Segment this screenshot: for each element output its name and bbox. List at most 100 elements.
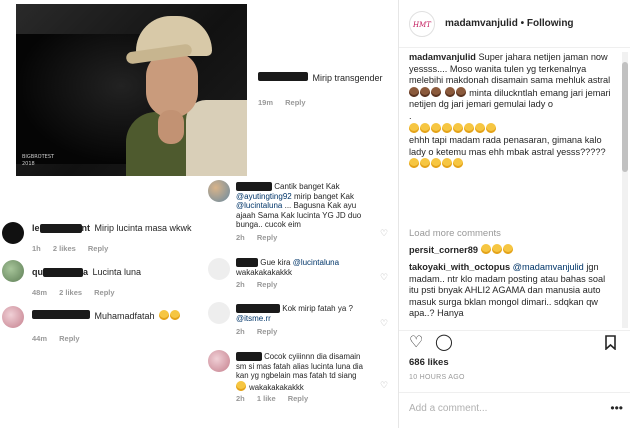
add-comment-bar: ••• xyxy=(399,392,630,428)
following-button[interactable]: Following xyxy=(527,18,574,29)
collage-comment-1: Mirip transgender 19m Reply xyxy=(258,68,398,107)
comment-username[interactable]: persit_corner89 xyxy=(409,245,478,255)
avatar[interactable] xyxy=(208,180,230,202)
post-panel: HMT madamvanjulid • Following madamvanju… xyxy=(398,0,630,428)
collage-comment-3: qu a Lucinta luna 48m 2 likes Reply xyxy=(32,262,212,297)
avatar[interactable] xyxy=(2,306,24,328)
reply-button[interactable]: Reply xyxy=(59,334,79,343)
avatar[interactable] xyxy=(2,222,24,244)
likes-count[interactable]: 1 like xyxy=(257,394,276,403)
reply-button[interactable]: Reply xyxy=(257,327,277,336)
comment-text: Muhamadfatah xyxy=(94,311,155,321)
avatar[interactable] xyxy=(208,258,230,280)
monkey-emoji-icon xyxy=(455,86,466,97)
like-heart-icon[interactable]: ♡ xyxy=(380,228,388,239)
collage-comment-8: Cocok cyiiinnn dia disamain sm si mas fa… xyxy=(236,352,366,403)
laughing-emoji-icon xyxy=(236,380,246,391)
like-heart-icon[interactable]: ♡ xyxy=(380,272,388,283)
mention-link[interactable]: @ayutingting92 xyxy=(236,192,292,201)
comment-meta: 19m Reply xyxy=(258,98,398,107)
comment-username[interactable]: qu a xyxy=(32,267,88,278)
comment-text: Lucinta luna xyxy=(92,267,142,277)
post-header: HMT madamvanjulid • Following xyxy=(399,0,630,48)
scrollbar[interactable] xyxy=(622,52,628,328)
comment-meta: 48m 2 likes Reply xyxy=(32,288,115,297)
fearful-emoji-icon xyxy=(169,310,180,320)
comment-meta: 2h Reply xyxy=(236,280,278,289)
comment-meta: 2h 1 like Reply xyxy=(236,394,309,403)
grinning-emoji-icon xyxy=(464,122,474,133)
monkey-emoji-icon xyxy=(420,86,430,97)
photo-face xyxy=(146,52,198,118)
reply-button[interactable]: Reply xyxy=(94,288,114,297)
grinning-emoji-icon xyxy=(442,122,452,133)
action-bar: ♡ ◯ xyxy=(399,330,630,354)
reply-button[interactable]: Reply xyxy=(288,394,308,403)
grinning-emoji-icon xyxy=(491,244,502,254)
screenshot-collage: BIGBROTEST 2018 Mirip transgender 19m Rep… xyxy=(0,0,398,428)
load-more-comments[interactable]: Load more comments xyxy=(409,228,501,239)
grinning-emoji-icon xyxy=(453,158,463,169)
heart-icon[interactable]: ♡ xyxy=(409,335,423,351)
comment-username[interactable]: le nt xyxy=(32,223,90,234)
bookmark-icon[interactable] xyxy=(605,335,616,354)
grinning-emoji-icon xyxy=(431,122,441,133)
likes-count[interactable]: 2 likes xyxy=(53,244,76,253)
avatar[interactable] xyxy=(2,260,24,282)
comments-scroll-area[interactable]: madamvanjulid Super jahara netijen jaman… xyxy=(399,48,630,330)
mention-link[interactable]: @lucintaluna xyxy=(293,258,339,267)
redacted-username xyxy=(236,352,262,362)
comment-meta: 1h 2 likes Reply xyxy=(32,244,109,253)
redacted-username xyxy=(258,72,308,82)
grinning-emoji-icon xyxy=(502,244,513,254)
scrollbar-thumb[interactable] xyxy=(622,62,628,172)
reply-button[interactable]: Reply xyxy=(88,244,108,253)
like-heart-icon[interactable]: ♡ xyxy=(380,318,388,329)
comment-bubble-icon[interactable]: ◯ xyxy=(435,335,453,351)
collage-comment-6: Gue kira @lucintaluna wakakakakakkk 2h R… xyxy=(236,258,366,289)
monkey-emoji-icon xyxy=(409,86,419,97)
photo-hand xyxy=(158,110,184,144)
reply-button[interactable]: Reply xyxy=(257,280,277,289)
add-comment-input[interactable] xyxy=(409,403,609,414)
profile-avatar[interactable]: HMT xyxy=(409,11,435,37)
comment-username[interactable]: takoyaki_with_octopus xyxy=(409,262,510,272)
caption-username[interactable]: madamvanjulid xyxy=(409,52,476,62)
redacted-username xyxy=(32,310,90,320)
comment-item: takoyaki_with_octopus @madamvanjulid jgn… xyxy=(409,262,606,319)
reply-button[interactable]: Reply xyxy=(285,98,305,107)
comment-text: Mirip transgender xyxy=(312,73,383,83)
post-caption: madamvanjulid Super jahara netijen jaman… xyxy=(409,52,613,171)
reply-button[interactable]: Reply xyxy=(257,233,277,242)
monkey-emoji-icon xyxy=(431,86,441,97)
photo-watermark: BIGBROTEST 2018 xyxy=(22,154,55,167)
grinning-emoji-icon xyxy=(409,158,419,169)
grinning-emoji-icon xyxy=(409,122,419,133)
grinning-emoji-icon xyxy=(420,122,430,133)
avatar[interactable] xyxy=(208,302,230,324)
header-username[interactable]: madamvanjulid xyxy=(445,18,518,29)
likes-count[interactable]: 2 likes xyxy=(59,288,82,297)
collage-comment-4: Muhamadfatah 44m Reply xyxy=(32,306,212,343)
more-options-icon[interactable]: ••• xyxy=(610,401,623,415)
redacted-username xyxy=(236,304,280,314)
grinning-emoji-icon xyxy=(486,122,496,133)
photo-jacket xyxy=(186,100,247,176)
grinning-emoji-icon xyxy=(420,158,430,169)
mention-link[interactable]: @itsme.rr xyxy=(236,314,271,323)
redacted-username xyxy=(236,182,272,192)
likes-count[interactable]: 686 likes xyxy=(409,357,449,368)
grinning-emoji-icon xyxy=(475,122,485,133)
grinning-emoji-icon xyxy=(442,158,452,169)
comment-time: 19m xyxy=(258,98,274,107)
grinning-emoji-icon xyxy=(431,158,441,169)
mention-link[interactable]: @lucintaluna xyxy=(236,201,282,210)
collage-comment-2: le nt Mirip lucinta masa wkwk 1h 2 likes … xyxy=(32,218,212,253)
avatar[interactable] xyxy=(208,350,230,372)
like-heart-icon[interactable]: ♡ xyxy=(380,380,388,391)
post-photo: BIGBROTEST 2018 xyxy=(16,4,247,176)
comment-text: Mirip lucinta masa wkwk xyxy=(94,223,192,233)
collage-comment-7: Kok mirip fatah ya ? @itsme.rr 2h Reply xyxy=(236,304,366,336)
mention-link[interactable]: @madamvanjulid xyxy=(513,262,584,272)
comment-meta: 44m Reply xyxy=(32,334,80,343)
